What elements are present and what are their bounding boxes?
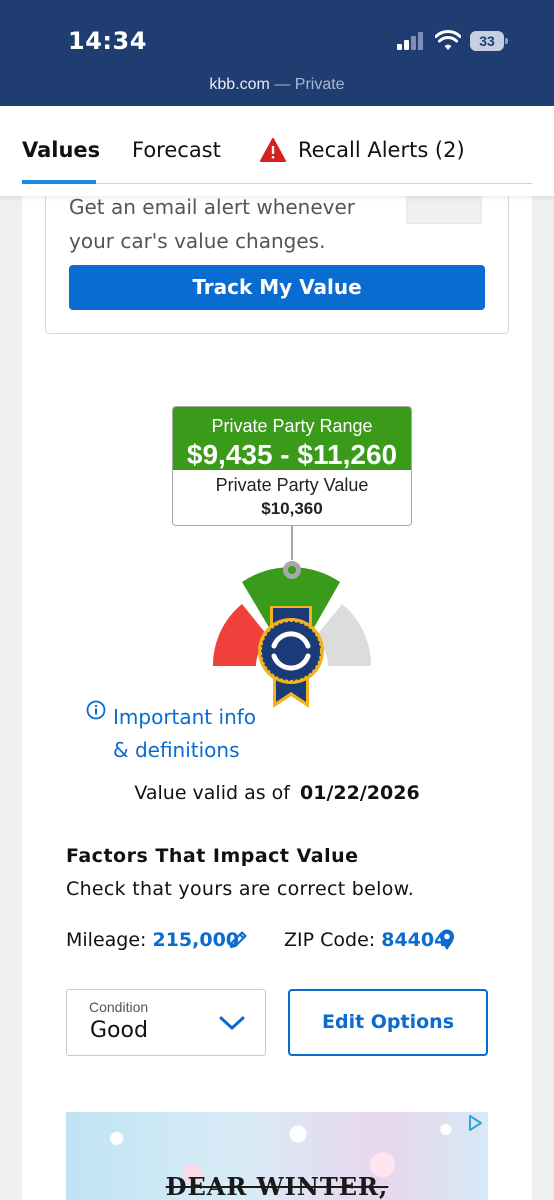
ad-headline: DEAR WINTER, xyxy=(165,1172,389,1200)
mileage-label: Mileage: xyxy=(66,929,147,951)
wifi-icon xyxy=(435,30,461,50)
tab-values[interactable]: Values xyxy=(22,138,100,162)
mileage-value[interactable]: 215,000 xyxy=(152,929,239,951)
advertisement-banner[interactable]: DEAR WINTER, xyxy=(66,1112,488,1200)
price-range-card: Private Party Range $9,435 - $11,260 Pri… xyxy=(172,406,412,526)
price-range-label: Private Party Range xyxy=(211,416,373,436)
condition-label: Condition xyxy=(89,999,149,1015)
location-pin-icon[interactable] xyxy=(439,929,455,951)
value-valid-date-text: 01/22/2026 xyxy=(300,782,420,804)
factors-title: Factors That Impact Value xyxy=(66,845,359,867)
private-mode-label: — Private xyxy=(274,76,345,93)
private-party-value: $10,360 xyxy=(261,499,323,518)
track-value-description: Get an email alert whenever your car's v… xyxy=(69,195,356,253)
condition-select[interactable]: Condition Good xyxy=(66,989,266,1056)
condition-value: Good xyxy=(90,1018,148,1043)
tab-divider xyxy=(22,183,532,184)
status-bar: 14:34 33 kbb.com — Private xyxy=(0,0,554,106)
gauge-connector xyxy=(291,526,293,560)
ad-choices-icon[interactable] xyxy=(466,1114,484,1132)
url-text: kbb.com xyxy=(209,76,270,93)
cellular-signal-icon xyxy=(397,32,425,50)
value-gauge xyxy=(212,561,372,708)
tab-recall-alerts[interactable]: Recall Alerts (2) xyxy=(298,138,465,162)
track-value-illustration xyxy=(406,196,482,224)
track-my-value-button[interactable]: Track My Value xyxy=(69,265,485,310)
price-range-header: Private Party Range $9,435 - $11,260 xyxy=(173,407,411,470)
zip-label: ZIP Code: xyxy=(284,929,376,951)
battery-level: 33 xyxy=(470,31,504,51)
zip-value[interactable]: 84404 xyxy=(381,929,447,951)
chevron-down-icon xyxy=(219,1016,245,1030)
private-party-value-label: Private Party Value xyxy=(215,475,369,495)
value-valid-label: Value valid as of xyxy=(134,782,290,804)
price-range-value: $9,435 - $11,260 xyxy=(186,439,398,470)
pencil-edit-icon[interactable] xyxy=(228,930,248,950)
zip-row: ZIP Code: 84404 xyxy=(284,929,447,951)
factors-subtitle: Check that yours are correct below. xyxy=(66,878,415,900)
status-time: 14:34 xyxy=(68,27,147,55)
active-tab-indicator xyxy=(22,180,96,184)
info-icon[interactable] xyxy=(86,700,106,720)
tab-bar: Values Forecast Recall Alerts (2) xyxy=(0,106,554,196)
battery-icon: 33 xyxy=(470,31,508,51)
url-bar[interactable]: kbb.com — Private xyxy=(0,76,554,94)
mileage-row: Mileage: 215,000 xyxy=(66,929,239,951)
edit-options-button[interactable]: Edit Options xyxy=(288,989,488,1056)
important-info-link[interactable]: Important info & definitions xyxy=(113,701,263,767)
value-valid-date: Value valid as of 01/22/2026 xyxy=(0,782,554,804)
kbb-seal-icon xyxy=(258,618,324,684)
tab-forecast[interactable]: Forecast xyxy=(132,138,221,162)
warning-icon xyxy=(260,138,286,162)
